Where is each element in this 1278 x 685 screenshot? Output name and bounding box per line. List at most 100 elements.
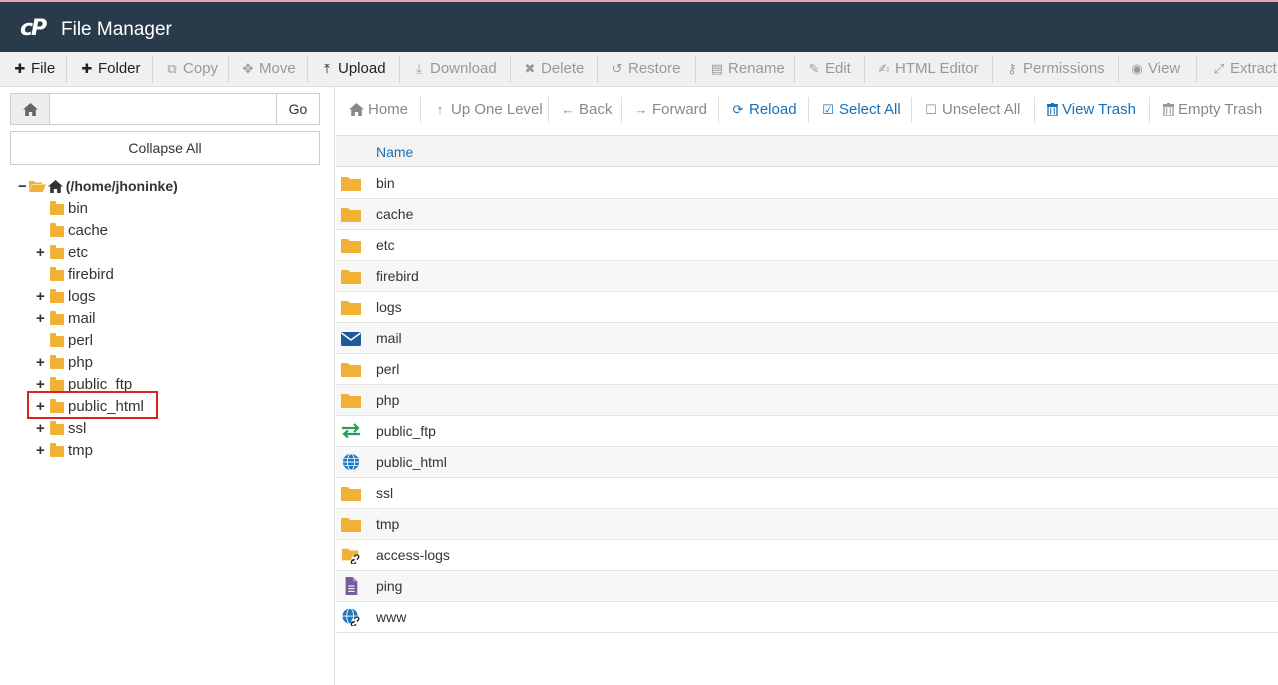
file-row[interactable]: etc (336, 230, 1278, 261)
file-row[interactable]: public_ftp (336, 416, 1278, 447)
folder-icon (341, 208, 361, 222)
unselect-all-button[interactable]: ☐ Unselect All (924, 101, 1020, 118)
file-row[interactable]: tmp (336, 509, 1278, 540)
expand-toggle[interactable]: + (36, 420, 50, 437)
edit-button[interactable]: ✎ Edit (807, 60, 851, 77)
folder-icon (50, 266, 64, 281)
tree-item-cache[interactable]: cache (50, 220, 108, 240)
download-button[interactable]: ⤓ Download (412, 60, 497, 77)
extract-button[interactable]: ⤢ Extract (1212, 60, 1277, 77)
file-row[interactable]: logs (336, 292, 1278, 323)
move-button[interactable]: ✥ Move (241, 60, 296, 77)
plus-icon: ✚ (81, 60, 93, 76)
globe-link-icon (342, 608, 360, 626)
empty-trash-button[interactable]: Empty Trash (1163, 101, 1262, 118)
file-row[interactable]: www (336, 602, 1278, 633)
checkbox-checked-icon: ☑ (822, 101, 834, 117)
upload-button[interactable]: ⤒ Upload (320, 60, 385, 77)
view-button[interactable]: ◉ View (1130, 60, 1180, 77)
view-trash-button[interactable]: View Trash (1047, 101, 1136, 118)
cpanel-logo[interactable]: cP (20, 16, 47, 41)
file-row[interactable]: perl (336, 354, 1278, 385)
path-home-button[interactable] (10, 93, 50, 125)
tree-item-tmp[interactable]: + tmp (36, 440, 93, 460)
toolbar-divider (597, 56, 598, 83)
toolbar-divider (794, 56, 795, 83)
tree-item-bin[interactable]: bin (50, 198, 88, 218)
folder-link-icon (342, 548, 360, 564)
expand-toggle[interactable]: + (36, 354, 50, 371)
expand-toggle[interactable]: + (36, 310, 50, 327)
folder-icon (50, 200, 64, 215)
tree-item-etc[interactable]: + etc (36, 242, 88, 262)
toolbar-divider (66, 56, 67, 83)
nav-divider (548, 97, 549, 123)
nav-divider (808, 97, 809, 123)
home-button[interactable]: Home (349, 101, 408, 118)
folder-open-icon (28, 181, 46, 192)
file-row[interactable]: ping (336, 571, 1278, 602)
toolbar-divider (992, 56, 993, 83)
path-input[interactable] (50, 93, 277, 125)
file-row[interactable]: ssl (336, 478, 1278, 509)
move-icon: ✥ (242, 60, 254, 76)
tree-item-ssl[interactable]: + ssl (36, 418, 86, 438)
rename-button[interactable]: ▤ Rename (710, 60, 785, 77)
nav-divider (1149, 97, 1150, 123)
file-row[interactable]: access-logs (336, 540, 1278, 571)
tree-item-mail[interactable]: + mail (36, 308, 96, 328)
folder-icon (341, 518, 361, 532)
eye-icon: ◉ (1131, 60, 1143, 76)
folder-icon (341, 239, 361, 253)
tree-item-php[interactable]: + php (36, 352, 93, 372)
edit-icon: ✍ (878, 60, 890, 76)
folder-icon (50, 420, 64, 435)
forward-button[interactable]: → Forward (634, 101, 708, 118)
folder-icon (341, 363, 361, 377)
home-icon (47, 179, 63, 193)
nav-divider (1034, 97, 1035, 123)
restore-button[interactable]: ↺ Restore (610, 60, 681, 77)
expand-toggle[interactable]: + (36, 442, 50, 459)
nav-divider (718, 97, 719, 123)
trash-icon (1047, 103, 1058, 116)
tree-item-perl[interactable]: perl (50, 330, 93, 350)
file-row[interactable]: php (336, 385, 1278, 416)
expand-icon: ⤢ (1213, 60, 1225, 76)
html-editor-button[interactable]: ✍ HTML Editor (877, 60, 979, 77)
up-one-level-button[interactable]: ↑ Up One Level (433, 101, 543, 118)
folder-icon (50, 310, 64, 325)
new-file-button[interactable]: ✚ File (13, 60, 56, 77)
toolbar-divider (695, 56, 696, 83)
collapse-all-button[interactable]: Collapse All (10, 131, 320, 165)
trash-icon (1163, 103, 1174, 116)
delete-button[interactable]: ✖ Delete (523, 60, 585, 77)
file-row[interactable]: firebird (336, 261, 1278, 292)
x-icon: ✖ (524, 60, 536, 76)
nav-divider (621, 97, 622, 123)
reload-button[interactable]: ⟳ Reload (731, 101, 797, 118)
collapse-toggle[interactable]: − (18, 178, 27, 195)
expand-toggle[interactable]: + (36, 288, 50, 305)
new-folder-button[interactable]: ✚ Folder (80, 60, 141, 77)
expand-toggle[interactable]: + (36, 376, 50, 393)
plus-icon: ✚ (14, 60, 26, 76)
file-row[interactable]: bin (336, 168, 1278, 199)
column-name-header[interactable]: Name (376, 144, 413, 160)
nav-divider (911, 97, 912, 123)
permissions-button[interactable]: ⚷ Permissions (1005, 60, 1104, 77)
file-row[interactable]: cache (336, 199, 1278, 230)
back-button[interactable]: ← Back (561, 101, 613, 118)
go-button[interactable]: Go (276, 93, 320, 125)
folder-icon (50, 288, 64, 303)
file-row[interactable]: mail (336, 323, 1278, 354)
tree-root-item[interactable]: − (/home/jhoninke) (18, 176, 178, 196)
tree-item-logs[interactable]: + logs (36, 286, 96, 306)
select-all-button[interactable]: ☑ Select All (821, 101, 901, 118)
expand-toggle[interactable]: + (36, 244, 50, 261)
copy-button[interactable]: ⧉ Copy (165, 60, 218, 77)
file-row[interactable]: public_html (336, 447, 1278, 478)
tree-item-firebird[interactable]: firebird (50, 264, 114, 284)
home-icon (22, 102, 38, 116)
transfer-icon (342, 423, 360, 439)
